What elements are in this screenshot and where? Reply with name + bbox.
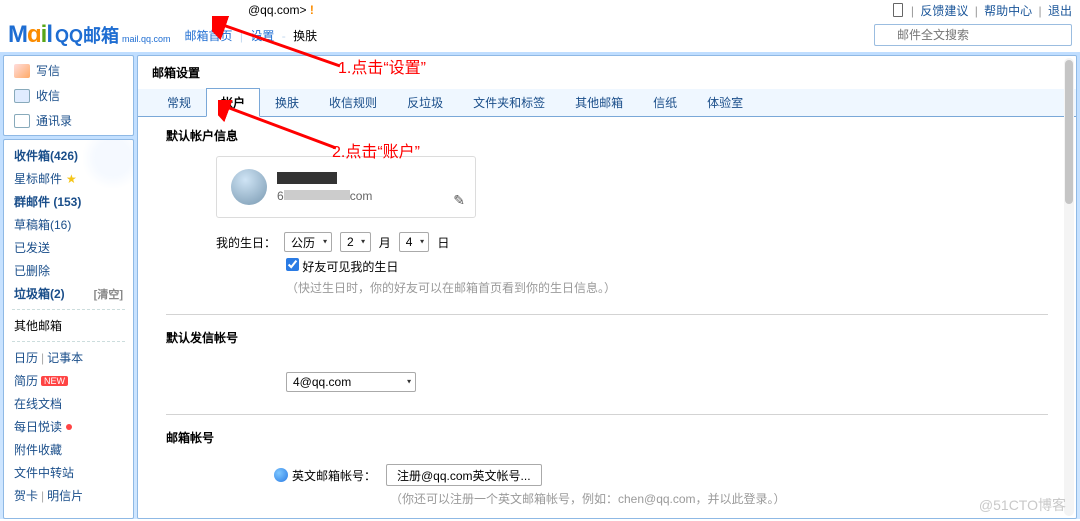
tab-folders[interactable]: 文件夹和标签 xyxy=(458,88,560,116)
birthday-label: 我的生日： xyxy=(216,234,276,251)
feedback-link[interactable]: 反馈建议 xyxy=(920,4,968,18)
folder-group[interactable]: 群邮件 (153) xyxy=(4,190,133,213)
tab-antispam[interactable]: 反垃圾 xyxy=(392,88,458,116)
en-account-label: 英文邮箱帐号： xyxy=(292,467,376,484)
nav-settings[interactable]: 设置 xyxy=(250,29,274,43)
tab-rules[interactable]: 收信规则 xyxy=(314,88,392,116)
misc-daily[interactable]: 每日悦读 xyxy=(4,415,133,438)
section-default-account: 默认帐户信息 xyxy=(166,127,1048,156)
inbox-icon xyxy=(14,89,30,103)
tab-general[interactable]: 常规 xyxy=(152,88,206,116)
scrollbar[interactable] xyxy=(1064,58,1074,516)
top-right-links: | 反馈建议 | 帮助中心 | 退出 xyxy=(893,1,1072,19)
nav-skin[interactable]: 换肤 xyxy=(293,29,317,43)
month-unit: 月 xyxy=(379,234,391,251)
sidebar-receive[interactable]: 收信 xyxy=(4,83,133,108)
red-dot-icon xyxy=(66,424,72,430)
friends-visible-label[interactable]: 好友可见我的生日 xyxy=(286,260,398,274)
settings-tabs: 常规 帐户 换肤 收信规则 反垃圾 文件夹和标签 其他邮箱 信纸 体验室 xyxy=(138,89,1076,117)
sidebar-contacts[interactable]: 通讯录 xyxy=(4,108,133,133)
page-title: 邮箱设置 xyxy=(138,56,1076,89)
search-input[interactable] xyxy=(874,24,1072,46)
default-sender-select[interactable]: 4@qq.com xyxy=(286,372,416,392)
edit-account-icon[interactable]: ✎ xyxy=(453,192,465,209)
folder-sent[interactable]: 已发送 xyxy=(4,236,133,259)
en-account-hint: （你还可以注册一个英文邮箱帐号，例如：chen@qq.com，并以此登录。） xyxy=(390,490,1048,507)
folder-deleted[interactable]: 已删除 xyxy=(4,259,133,282)
tab-account[interactable]: 帐户 xyxy=(206,88,260,117)
content-pane: 邮箱设置 常规 帐户 换肤 收信规则 反垃圾 文件夹和标签 其他邮箱 信纸 体验… xyxy=(137,55,1077,519)
globe-icon xyxy=(274,468,288,482)
day-unit: 日 xyxy=(437,234,449,251)
misc-transit[interactable]: 文件中转站 xyxy=(4,461,133,484)
avatar xyxy=(231,169,267,205)
account-name-masked xyxy=(277,172,337,184)
misc-docs[interactable]: 在线文档 xyxy=(4,392,133,415)
star-icon: ★ xyxy=(66,172,77,186)
folder-drafts[interactable]: 草稿箱(16) xyxy=(4,213,133,236)
misc-resume[interactable]: 简历NEW xyxy=(4,369,133,392)
contacts-icon xyxy=(14,114,30,128)
account-card: 6com ✎ xyxy=(216,156,476,218)
calendar-type-select[interactable]: 公历 xyxy=(284,232,332,252)
folder-starred[interactable]: 星标邮件★ xyxy=(4,167,133,190)
current-user-email: @qq.com> ! xyxy=(248,3,314,17)
tab-lab[interactable]: 体验室 xyxy=(692,88,758,116)
register-en-account-button[interactable]: 注册@qq.com英文帐号... xyxy=(386,464,542,486)
help-link[interactable]: 帮助中心 xyxy=(984,4,1032,18)
day-select[interactable]: 4 xyxy=(399,232,430,252)
misc-calendar-notes[interactable]: 日历|记事本 xyxy=(4,346,133,369)
folder-other[interactable]: 其他邮箱 xyxy=(4,314,133,337)
friends-visible-checkbox[interactable] xyxy=(286,258,299,271)
month-select[interactable]: 2 xyxy=(340,232,371,252)
misc-attach[interactable]: 附件收藏 xyxy=(4,438,133,461)
section-default-sender: 默认发信帐号 xyxy=(166,329,1048,358)
tab-other-mail[interactable]: 其他邮箱 xyxy=(560,88,638,116)
misc-cards[interactable]: 贺卡|明信片 xyxy=(4,484,133,507)
folder-spam[interactable]: 垃圾箱(2)[清空] xyxy=(4,282,133,305)
clear-spam[interactable]: [清空] xyxy=(94,286,123,302)
folder-inbox[interactable]: 收件箱(426) xyxy=(4,144,133,167)
phone-icon[interactable] xyxy=(893,3,903,17)
sidebar-compose[interactable]: 写信 xyxy=(4,58,133,83)
scrollbar-thumb[interactable] xyxy=(1065,60,1073,204)
section-mailbox-account: 邮箱帐号 xyxy=(166,429,1048,458)
watermark: @51CTO博客 xyxy=(979,495,1066,515)
nav-home[interactable]: 邮箱首页 xyxy=(185,29,233,43)
logout-link[interactable]: 退出 xyxy=(1048,4,1072,18)
logo[interactable]: Mɑil QQ邮箱 mail.qq.com xyxy=(8,21,171,49)
tab-skin[interactable]: 换肤 xyxy=(260,88,314,116)
birthday-hint: （快过生日时，你的好友可以在邮箱首页看到你的生日信息。） xyxy=(286,279,1048,296)
compose-icon xyxy=(14,64,30,78)
tab-paper[interactable]: 信纸 xyxy=(638,88,692,116)
